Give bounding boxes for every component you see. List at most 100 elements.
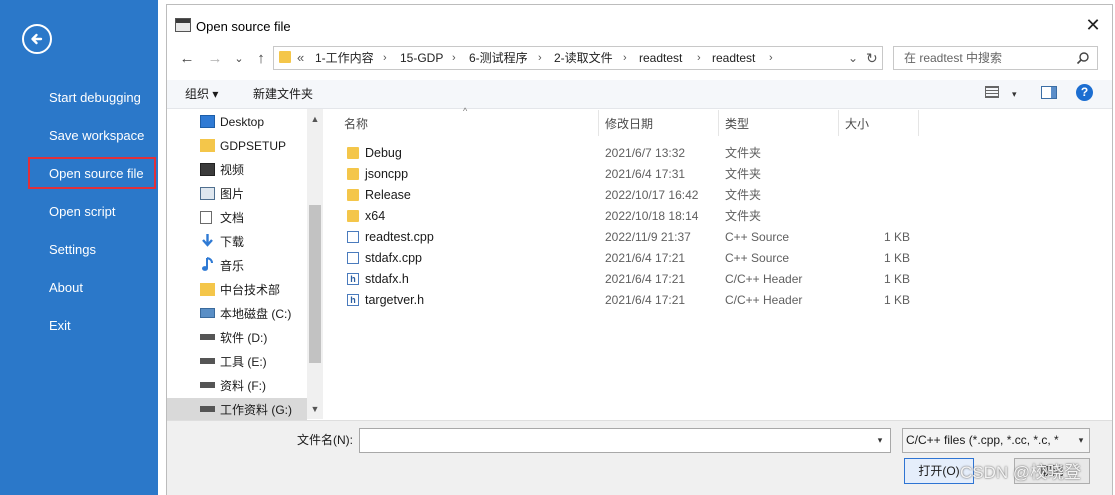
column-header-type[interactable]: 类型 — [725, 114, 749, 134]
column-divider[interactable] — [918, 110, 919, 136]
file-row-date: 2021/6/4 17:21 — [605, 272, 686, 286]
search-placeholder: 在 readtest 中搜索 — [904, 51, 1003, 65]
file-row-size: 1 KB — [884, 230, 911, 244]
filename-label: 文件名(N): — [297, 433, 353, 447]
file-row-name[interactable]: jsoncpp — [365, 164, 408, 184]
cpp-file-icon — [347, 231, 359, 243]
file-row-date: 2022/11/9 21:37 — [605, 230, 691, 244]
view-dropdown-icon[interactable]: ▾ — [1012, 83, 1017, 105]
app-window-icon — [175, 18, 191, 32]
breadcrumb-item[interactable]: readtest — [639, 48, 682, 68]
breadcrumb-item[interactable]: 15-GDP — [400, 48, 443, 68]
column-divider[interactable] — [838, 110, 839, 136]
breadcrumb-item[interactable]: 6-测试程序 — [469, 48, 528, 68]
preview-pane-icon[interactable] — [1041, 86, 1057, 99]
file-row-date: 2021/6/4 17:31 — [605, 167, 686, 181]
folder-icon — [279, 51, 291, 63]
file-row-name[interactable]: stdafx.h — [365, 269, 409, 289]
column-header-date[interactable]: 修改日期 — [605, 114, 653, 134]
filter-dropdown-icon[interactable]: ▾ — [1074, 430, 1088, 450]
breadcrumb-separator[interactable]: › — [452, 48, 456, 68]
menu-exit[interactable]: Exit — [49, 315, 159, 337]
folder-icon — [200, 139, 215, 152]
forward-button[interactable]: → — [206, 48, 224, 70]
column-divider[interactable] — [718, 110, 719, 136]
cpp-file-icon — [347, 252, 359, 264]
view-options-icon[interactable] — [985, 86, 999, 98]
breadcrumb-separator[interactable]: › — [538, 48, 542, 68]
menu-settings[interactable]: Settings — [49, 239, 159, 261]
new-folder-button[interactable]: 新建文件夹 — [253, 83, 313, 105]
breadcrumb-separator[interactable]: › — [623, 48, 627, 68]
file-row-size: 1 KB — [884, 272, 911, 286]
menu-open-source-file[interactable]: Open source file — [49, 163, 159, 185]
breadcrumb-item[interactable]: 1-工作内容 — [315, 48, 374, 68]
nav-scrollbar-thumb[interactable] — [309, 205, 321, 363]
menu-about[interactable]: About — [49, 277, 159, 299]
arrow-left-icon — [31, 33, 43, 45]
close-icon[interactable]: ✕ — [1082, 14, 1104, 36]
folder-icon — [347, 189, 359, 201]
search-icon[interactable] — [1074, 48, 1092, 68]
file-row-type: 文件夹 — [725, 146, 762, 160]
menu-start-debugging[interactable]: Start debugging — [49, 87, 159, 109]
folder-icon — [200, 283, 215, 296]
organize-menu[interactable]: 组织 ▾ — [185, 83, 218, 105]
back-button[interactable]: ← — [178, 48, 196, 70]
document-icon — [200, 211, 212, 224]
desktop-icon — [200, 115, 215, 128]
file-row-type: 文件夹 — [725, 209, 762, 223]
column-header-name[interactable]: 名称 — [344, 114, 368, 134]
up-button[interactable]: ↑ — [252, 48, 270, 70]
drive-icon — [200, 358, 215, 364]
breadcrumb-separator[interactable]: › — [383, 48, 387, 68]
header-file-icon: h — [347, 294, 359, 306]
recent-locations-dropdown[interactable]: ⌄ — [232, 48, 246, 70]
address-dropdown[interactable]: ⌄ — [848, 48, 858, 68]
folder-icon — [347, 210, 359, 222]
scroll-up-icon[interactable]: ▲ — [307, 110, 323, 128]
file-row-date: 2022/10/17 16:42 — [605, 188, 699, 202]
breadcrumb-item[interactable]: 2-读取文件 — [554, 48, 613, 68]
file-row-name[interactable]: Debug — [365, 143, 402, 163]
menu-open-script[interactable]: Open script — [49, 201, 159, 223]
file-row-type: C/C++ Header — [725, 272, 803, 286]
pictures-icon — [200, 187, 215, 200]
file-row-size: 1 KB — [884, 251, 911, 265]
column-divider[interactable] — [598, 110, 599, 136]
file-row-name[interactable]: targetver.h — [365, 290, 424, 310]
folder-icon — [347, 147, 359, 159]
breadcrumb-separator[interactable]: › — [769, 48, 773, 68]
help-icon[interactable]: ? — [1076, 84, 1093, 101]
folder-icon — [347, 168, 359, 180]
file-row-name[interactable]: x64 — [365, 206, 385, 226]
header-file-icon: h — [347, 273, 359, 285]
file-row-name[interactable]: stdafx.cpp — [365, 248, 422, 268]
drive-icon — [200, 406, 215, 412]
back-arrow-icon[interactable] — [22, 24, 52, 54]
file-row-type: 文件夹 — [725, 167, 762, 181]
file-row-date: 2021/6/7 13:32 — [605, 146, 686, 160]
magnifier-glyph — [1076, 52, 1089, 65]
music-icon — [201, 256, 215, 272]
file-row-size: 1 KB — [884, 293, 911, 307]
menu-save-workspace[interactable]: Save workspace — [49, 125, 159, 147]
breadcrumb-item[interactable]: readtest — [712, 48, 755, 68]
refresh-icon[interactable]: ↻ — [866, 48, 878, 68]
file-row-date: 2021/6/4 17:21 — [605, 293, 686, 307]
file-row-date: 2021/6/4 17:21 — [605, 251, 686, 265]
file-row-date: 2022/10/18 18:14 — [605, 209, 699, 223]
drive-icon — [200, 334, 215, 340]
filename-input[interactable] — [359, 428, 891, 453]
dialog-title: Open source file — [196, 19, 291, 34]
column-header-size[interactable]: 大小 — [845, 114, 869, 134]
file-row-name[interactable]: Release — [365, 185, 411, 205]
sort-ascending-icon: ^ — [463, 106, 468, 116]
filename-dropdown-icon[interactable]: ▾ — [872, 430, 888, 450]
scroll-down-icon[interactable]: ▼ — [307, 400, 323, 418]
file-row-name[interactable]: readtest.cpp — [365, 227, 434, 247]
breadcrumb-separator[interactable]: › — [697, 48, 701, 68]
drive-icon — [200, 308, 215, 318]
breadcrumb-overflow[interactable]: « — [297, 48, 304, 68]
file-row-type: 文件夹 — [725, 188, 762, 202]
